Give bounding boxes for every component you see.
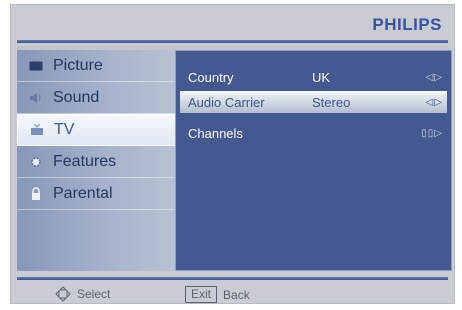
menu-item-tv[interactable]: TV bbox=[17, 114, 177, 146]
brand-logo: PHILIPS bbox=[372, 15, 442, 34]
setting-value: Stereo bbox=[312, 94, 351, 110]
navigation-pad-icon bbox=[55, 286, 71, 302]
speaker-icon bbox=[27, 91, 45, 105]
menu-item-parental[interactable]: Parental bbox=[17, 178, 177, 210]
setting-row-channels[interactable]: Channels ▯▯▷ bbox=[188, 122, 443, 144]
select-hint: Select bbox=[55, 286, 110, 302]
exit-key[interactable]: Exit bbox=[185, 286, 218, 303]
menu-item-label: Picture bbox=[53, 56, 103, 74]
main-menu: Picture Sound TV Features Parental bbox=[17, 50, 177, 271]
menu-item-picture[interactable]: Picture bbox=[17, 50, 177, 82]
setting-name: Audio Carrier bbox=[188, 94, 265, 110]
setting-name: Country bbox=[188, 69, 234, 85]
footer-hints: Select Exit Back bbox=[11, 285, 454, 305]
back-label: Back bbox=[223, 287, 250, 302]
left-right-arrows-icon[interactable]: ◁▷ bbox=[417, 72, 443, 83]
tv-osd-frame: PHILIPS Picture Sound TV Features Parent… bbox=[10, 4, 455, 304]
lock-icon bbox=[27, 186, 45, 201]
menu-item-sound[interactable]: Sound bbox=[17, 82, 177, 114]
menu-item-label: Sound bbox=[53, 88, 100, 106]
setting-name: Channels bbox=[188, 125, 243, 141]
left-right-arrows-icon[interactable]: ◁▷ bbox=[417, 97, 443, 108]
settings-panel: Country UK ◁▷ Audio Carrier Stereo ◁▷ Ch… bbox=[175, 50, 452, 271]
setting-row-audio-carrier[interactable]: Audio Carrier Stereo ◁▷ bbox=[180, 91, 447, 113]
menu-item-label: TV bbox=[54, 121, 75, 138]
select-label: Select bbox=[77, 287, 111, 301]
tv-icon bbox=[28, 123, 46, 137]
top-divider bbox=[17, 40, 448, 43]
submenu-arrow-icon[interactable]: ▯▯▷ bbox=[417, 128, 443, 139]
gear-icon bbox=[27, 155, 45, 169]
setting-value: UK bbox=[312, 69, 331, 85]
menu-item-features[interactable]: Features bbox=[17, 146, 177, 178]
bottom-divider bbox=[17, 277, 448, 280]
picture-icon bbox=[27, 59, 45, 73]
setting-row-country[interactable]: Country UK ◁▷ bbox=[188, 66, 443, 88]
menu-item-label: Features bbox=[53, 152, 117, 170]
menu-panel: Picture Sound TV Features Parental Count… bbox=[17, 46, 452, 271]
menu-item-label: Parental bbox=[53, 184, 113, 202]
exit-hint: Exit Back bbox=[185, 286, 250, 303]
